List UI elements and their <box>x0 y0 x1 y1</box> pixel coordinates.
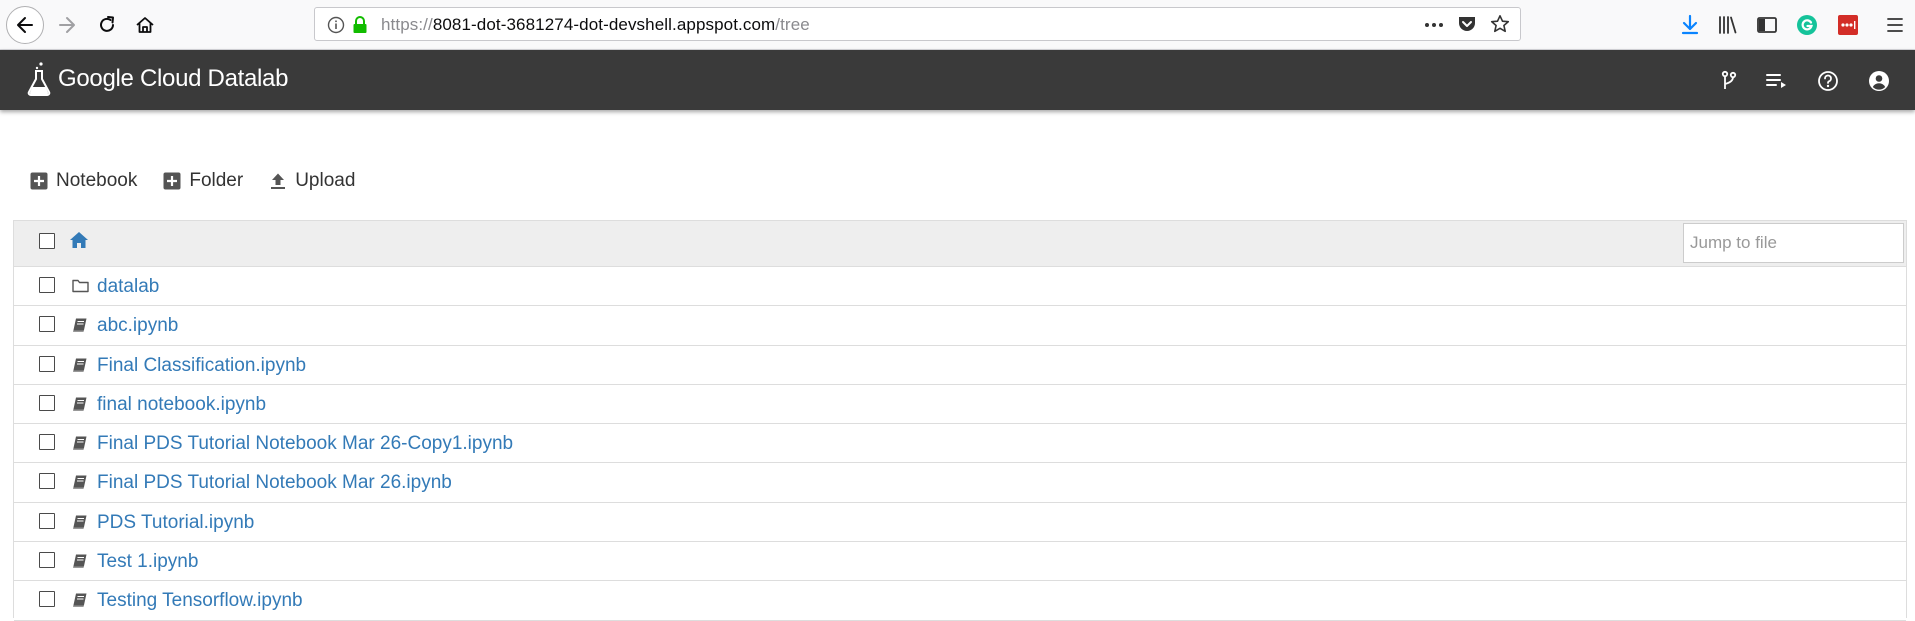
jump-to-file-input[interactable] <box>1683 223 1904 263</box>
grammarly-icon[interactable] <box>1794 12 1820 38</box>
account-icon[interactable] <box>1866 68 1892 94</box>
notebook-icon <box>72 514 88 535</box>
file-name-link[interactable]: abc.ipynb <box>97 315 178 337</box>
info-icon[interactable] <box>327 16 345 34</box>
file-row[interactable]: abc.ipynb <box>14 306 1906 346</box>
app-title: Google Cloud Datalab <box>58 65 289 92</box>
row-checkbox[interactable] <box>39 316 55 333</box>
file-row[interactable]: final notebook.ipynb <box>14 385 1906 425</box>
upload-label: Upload <box>295 170 356 191</box>
forward-button[interactable] <box>48 6 86 44</box>
upload-icon <box>271 173 286 189</box>
pocket-icon[interactable] <box>1457 14 1477 34</box>
browser-toolbar: https://8081-dot-3681274-dot-devshell.ap… <box>0 0 1915 50</box>
file-name-link[interactable]: Final PDS Tutorial Notebook Mar 26-Copy1… <box>97 433 513 455</box>
arrow-left-icon <box>17 17 33 33</box>
source-control-icon[interactable] <box>1716 68 1742 94</box>
file-row[interactable]: Test 1.ipynb <box>14 542 1906 582</box>
address-bar[interactable]: https://8081-dot-3681274-dot-devshell.ap… <box>314 7 1521 41</box>
url-prefix: https:// <box>381 15 433 34</box>
file-row[interactable]: datalab <box>14 267 1906 307</box>
more-icon[interactable] <box>1423 16 1445 34</box>
row-checkbox[interactable] <box>39 434 55 451</box>
notebook-icon <box>72 474 88 495</box>
sidebar-icon[interactable] <box>1754 12 1780 38</box>
new-notebook-label: Notebook <box>56 170 138 191</box>
notebook-icon <box>72 317 88 338</box>
row-checkbox[interactable] <box>39 552 55 569</box>
file-row[interactable]: Final Classification.ipynb <box>14 346 1906 385</box>
reload-icon <box>100 16 114 32</box>
row-checkbox[interactable] <box>39 591 55 608</box>
folder-icon <box>72 278 89 298</box>
library-icon[interactable] <box>1715 12 1741 38</box>
file-name-link[interactable]: Test 1.ipynb <box>97 551 198 573</box>
reload-button[interactable] <box>88 6 126 44</box>
plus-square-icon <box>30 172 48 190</box>
notebook-icon <box>72 592 88 613</box>
file-name-link[interactable]: Testing Tensorflow.ipynb <box>97 590 303 612</box>
row-checkbox[interactable] <box>39 277 55 293</box>
row-checkbox[interactable] <box>39 473 55 490</box>
app-header: Google Cloud Datalab <box>0 50 1915 110</box>
row-checkbox[interactable] <box>39 394 55 411</box>
home-button[interactable] <box>126 6 164 44</box>
url-text[interactable]: https://8081-dot-3681274-dot-devshell.ap… <box>381 15 810 35</box>
home-icon <box>136 17 154 33</box>
star-icon[interactable] <box>1490 14 1510 34</box>
home-folder-icon[interactable] <box>69 230 89 250</box>
file-row[interactable]: Final PDS Tutorial Notebook Mar 26-Copy1… <box>14 424 1906 464</box>
file-name-link[interactable]: PDS Tutorial.ipynb <box>97 512 254 534</box>
file-name-link[interactable]: Final PDS Tutorial Notebook Mar 26.ipynb <box>97 472 452 494</box>
upload-button[interactable]: Upload <box>269 170 355 192</box>
file-name-link[interactable]: Final Classification.ipynb <box>97 355 306 377</box>
notebook-icon <box>72 435 88 456</box>
row-checkbox[interactable] <box>39 355 55 372</box>
plus-square-icon <box>163 172 181 190</box>
notebook-icon <box>72 396 88 417</box>
row-checkbox[interactable] <box>39 512 55 529</box>
menu-icon[interactable] <box>1882 12 1908 38</box>
file-name-link[interactable]: datalab <box>97 276 159 298</box>
select-all-checkbox[interactable] <box>39 233 55 249</box>
notebook-icon <box>72 553 88 574</box>
new-notebook-button[interactable]: Notebook <box>30 170 137 192</box>
file-row[interactable]: Testing Tensorflow.ipynb <box>14 581 1906 621</box>
file-row[interactable]: PDS Tutorial.ipynb <box>14 503 1906 543</box>
lastpass-icon[interactable] <box>1835 12 1861 38</box>
file-list: datalab abc.ipynb Final Classification.ipy… <box>13 220 1907 621</box>
help-icon[interactable] <box>1815 68 1841 94</box>
notebook-icon <box>72 357 88 378</box>
file-list-header <box>14 221 1906 267</box>
action-toolbar: Notebook Folder Upload <box>30 168 381 194</box>
file-row[interactable]: Final PDS Tutorial Notebook Mar 26.ipynb <box>14 463 1906 503</box>
new-folder-label: Folder <box>189 170 244 191</box>
session-list-icon[interactable] <box>1764 68 1790 94</box>
new-folder-button[interactable]: Folder <box>163 170 243 192</box>
brand-logo[interactable]: Google Cloud Datalab <box>26 61 288 97</box>
lock-icon[interactable] <box>351 15 369 35</box>
url-host: 8081-dot-3681274-dot-devshell.appspot.co… <box>432 15 776 34</box>
downloads-icon[interactable] <box>1677 12 1703 38</box>
flask-icon <box>27 62 51 96</box>
url-path: /tree <box>775 15 810 34</box>
arrow-right-icon <box>59 17 75 33</box>
back-button[interactable] <box>6 6 44 44</box>
file-name-link[interactable]: final notebook.ipynb <box>97 394 266 416</box>
